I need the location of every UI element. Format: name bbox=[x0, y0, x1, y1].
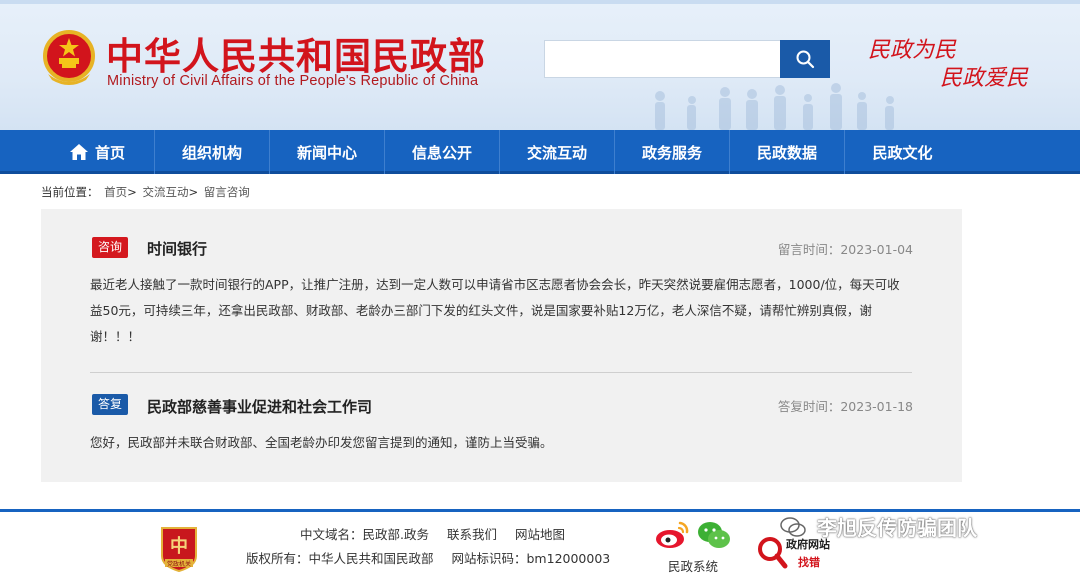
home-icon bbox=[69, 143, 89, 161]
breadcrumb: 当前位置： 首页> 交流互动> 留言咨询 bbox=[41, 184, 250, 200]
message-body: 最近老人接触了一款时间银行的APP，让推广注册，达到一定人数可以申请省市区志愿者… bbox=[90, 277, 900, 344]
nav-item-data[interactable]: 民政数据 bbox=[730, 130, 845, 174]
footer-contact-link[interactable]: 联系我们 bbox=[447, 527, 497, 542]
breadcrumb-current[interactable]: 留言咨询 bbox=[204, 185, 250, 199]
svg-text:党政机关: 党政机关 bbox=[167, 560, 191, 568]
reply-body: 您好，民政部并未联合财政部、全国老龄办印发您留言提到的通知，谨防上当受骗。 bbox=[90, 435, 553, 450]
header-top-stripe bbox=[0, 0, 1080, 4]
nav-item-label: 信息公开 bbox=[411, 143, 472, 162]
message-title: 时间银行 bbox=[147, 240, 208, 258]
nav-item-label: 政务服务 bbox=[641, 143, 702, 162]
breadcrumb-separator: > bbox=[127, 185, 137, 199]
nav-item-label: 首页 bbox=[94, 143, 125, 162]
site-header: 中华人民共和国民政部 Ministry of Civil Affairs of … bbox=[0, 0, 1080, 130]
svg-text:中: 中 bbox=[170, 535, 188, 557]
party-government-badge-icon[interactable]: 中 党政机关 bbox=[158, 526, 200, 572]
breadcrumb-separator: > bbox=[188, 185, 199, 199]
error-report-label[interactable]: 找错 bbox=[798, 554, 820, 570]
reply-time: 答复时间：2023-01-18 bbox=[777, 399, 913, 414]
nav-item-organization[interactable]: 组织机构 bbox=[155, 130, 270, 174]
inquiry-tag: 咨询 bbox=[92, 237, 129, 258]
search-input[interactable] bbox=[545, 41, 781, 77]
breadcrumb-link-home[interactable]: 首页 bbox=[104, 185, 127, 199]
nav-item-news[interactable]: 新闻中心 bbox=[270, 130, 385, 174]
search-box bbox=[544, 40, 830, 78]
message-panel: 咨询 时间银行 留言时间：2023-01-04 最近老人接触了一款时间银行的AP… bbox=[41, 209, 962, 482]
slogan-line-2: 民政爱民 bbox=[940, 66, 1029, 91]
nav-item-services[interactable]: 政务服务 bbox=[615, 130, 730, 174]
watermark-text: 李旭反传防骗团队 bbox=[816, 516, 977, 540]
footer-site-id: 网站标识码：bm12000003 bbox=[451, 551, 611, 566]
people-silhouettes-decoration bbox=[655, 83, 894, 130]
message-time: 留言时间：2023-01-04 bbox=[777, 242, 913, 257]
nav-item-label: 交流互动 bbox=[526, 143, 587, 162]
wechat-icon[interactable] bbox=[696, 520, 732, 550]
footer-copyright: 版权所有：中华人民共和国民政部 bbox=[246, 551, 434, 566]
nav-item-info-disclosure[interactable]: 信息公开 bbox=[385, 130, 500, 174]
nav-item-home[interactable]: 首页 bbox=[40, 130, 155, 174]
search-icon bbox=[796, 50, 815, 69]
site-title-cn: 中华人民共和国民政部 bbox=[106, 34, 486, 78]
weibo-icon[interactable] bbox=[654, 520, 690, 550]
nav-item-label: 民政文化 bbox=[872, 143, 933, 162]
search-button[interactable] bbox=[780, 40, 830, 78]
national-emblem-icon bbox=[43, 30, 95, 85]
watermark: 李旭反传防骗团队 bbox=[780, 512, 977, 542]
breadcrumb-link-interaction[interactable]: 交流互动 bbox=[142, 185, 188, 199]
reply-tag: 答复 bbox=[92, 394, 129, 415]
nav-item-label: 民政数据 bbox=[756, 143, 817, 162]
nav-item-label: 组织机构 bbox=[181, 143, 242, 162]
footer-sitemap-link[interactable]: 网站地图 bbox=[515, 527, 565, 542]
footer-system-link[interactable]: 民政系统 bbox=[668, 556, 718, 575]
nav-item-interaction[interactable]: 交流互动 bbox=[500, 130, 615, 174]
footer-row-2: 版权所有：中华人民共和国民政部 网站标识码：bm12000003 bbox=[246, 548, 624, 567]
divider bbox=[90, 372, 912, 373]
footer-row-1: 中文域名：民政部.政务 联系我们 网站地图 bbox=[300, 524, 579, 543]
reply-title: 民政部慈善事业促进和社会工作司 bbox=[147, 398, 373, 416]
main-nav: 首页 组织机构 新闻中心 信息公开 交流互动 政务服务 民政数据 民政文化 bbox=[0, 130, 1080, 174]
wechat-watermark-icon bbox=[780, 517, 806, 542]
site-title-en: Ministry of Civil Affairs of the People'… bbox=[107, 73, 479, 89]
nav-item-label: 新闻中心 bbox=[296, 143, 357, 162]
footer-domain: 中文域名：民政部.政务 bbox=[300, 527, 429, 542]
nav-item-culture[interactable]: 民政文化 bbox=[845, 130, 960, 174]
breadcrumb-prefix: 当前位置： bbox=[41, 185, 99, 199]
